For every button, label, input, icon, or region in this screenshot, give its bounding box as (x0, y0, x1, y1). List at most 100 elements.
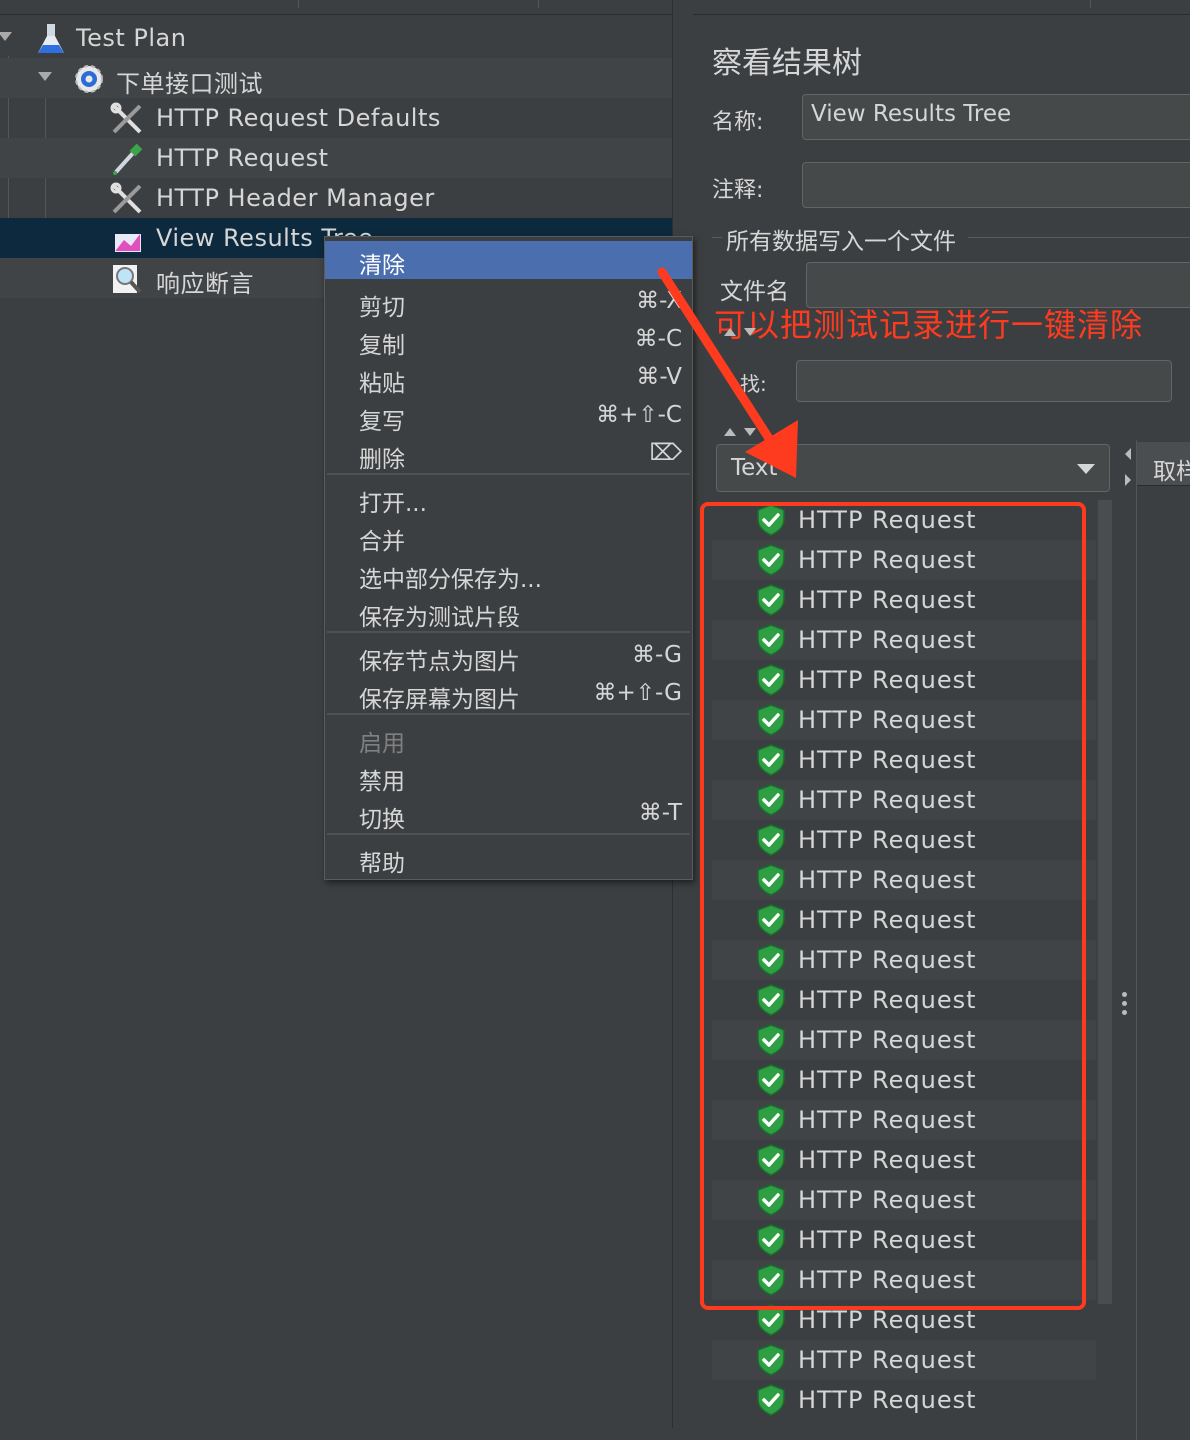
menu-item-label: 帮助 (359, 851, 405, 877)
result-item[interactable]: HTTP Request (712, 1380, 1096, 1420)
result-item[interactable]: HTTP Request (712, 780, 1096, 820)
menu-item-cut[interactable]: 剪切 ⌘-X (325, 283, 692, 321)
renderer-select[interactable]: Text (716, 444, 1110, 492)
graph-listener-icon (115, 234, 141, 252)
result-item-label: HTTP Request (798, 506, 977, 534)
tree-node-http-request[interactable]: HTTP Request (0, 138, 672, 178)
menu-item-save-as-test-fragment[interactable]: 保存为测试片段 (325, 593, 692, 631)
result-item[interactable]: HTTP Request (712, 820, 1096, 860)
menu-item-label: 复制 (359, 333, 405, 359)
result-item[interactable]: HTTP Request (712, 540, 1096, 580)
menu-item-help[interactable]: 帮助 (325, 839, 692, 877)
green-shield-check-icon (757, 1344, 785, 1376)
menu-item-open[interactable]: 打开... (325, 479, 692, 517)
green-shield-check-icon (757, 744, 785, 776)
result-item[interactable]: HTTP Request (712, 740, 1096, 780)
menu-item-paste[interactable]: 粘贴 ⌘-V (325, 359, 692, 397)
menu-item-shortcut: ⌘-V (636, 364, 682, 390)
menu-item-shortcut: ⌘-C (634, 326, 682, 352)
menu-item-shortcut: ⌘-T (638, 800, 682, 826)
menu-item-save-screen-as-image[interactable]: 保存屏幕为图片 ⌘+⇧-G (325, 675, 692, 713)
thread-group-gear-icon (75, 65, 103, 93)
result-item[interactable]: HTTP Request (712, 700, 1096, 740)
menu-item-label: 选中部分保存为... (359, 567, 542, 593)
green-shield-check-icon (757, 1264, 785, 1296)
expand-arrow-icon[interactable] (38, 72, 52, 81)
menu-item-duplicate[interactable]: 复写 ⌘+⇧-C (325, 397, 692, 435)
green-shield-check-icon (757, 1144, 785, 1176)
tree-node-label: HTTP Header Manager (156, 184, 435, 212)
menu-item-label: 切换 (359, 807, 405, 833)
drag-handle-icon[interactable] (1122, 992, 1128, 1019)
result-item-label: HTTP Request (798, 826, 977, 854)
collapse-arrows-icon[interactable] (722, 424, 762, 438)
menu-item-shortcut: ⌘-G (632, 642, 682, 668)
tab-sampler-result[interactable]: 取样器结果 (1137, 442, 1190, 486)
comment-field[interactable] (802, 162, 1190, 208)
result-item-label: HTTP Request (798, 706, 977, 734)
tree-node-label: HTTP Request (156, 144, 329, 172)
result-item-label: HTTP Request (798, 866, 977, 894)
renderer-select-value: Text (731, 455, 778, 481)
green-shield-check-icon (757, 824, 785, 856)
result-item[interactable]: HTTP Request (712, 1260, 1096, 1300)
expand-arrow-icon[interactable] (0, 32, 12, 41)
name-field[interactable]: View Results Tree (802, 94, 1190, 140)
result-item[interactable]: HTTP Request (712, 660, 1096, 700)
menu-item-save-node-as-image[interactable]: 保存节点为图片 ⌘-G (325, 637, 692, 675)
result-item[interactable]: HTTP Request (712, 980, 1096, 1020)
green-shield-check-icon (757, 864, 785, 896)
result-item-label: HTTP Request (798, 1186, 977, 1214)
green-shield-check-icon (757, 1304, 785, 1336)
result-item-label: HTTP Request (798, 1266, 977, 1294)
result-item-label: HTTP Request (798, 546, 977, 574)
context-menu: 清除剪切 ⌘-X 复制 ⌘-C 粘贴 ⌘-V 复写 ⌘+⇧-C 删除 ⌦ 打开... 合并选中部分保存… (324, 236, 693, 880)
split-arrows-icon[interactable] (1120, 440, 1136, 500)
green-shield-check-icon (757, 504, 785, 536)
file-group-label: 所有数据写入一个文件 (726, 229, 956, 255)
menu-item-disable[interactable]: 禁用 (325, 757, 692, 795)
green-shield-check-icon (757, 984, 785, 1016)
menu-item-shortcut: ⌘-X (636, 288, 682, 314)
wrench-screwdriver-icon (110, 102, 142, 134)
result-item[interactable]: HTTP Request (712, 860, 1096, 900)
green-shield-check-icon (757, 1184, 785, 1216)
result-item[interactable]: HTTP Request (712, 1020, 1096, 1060)
tree-node-http-header-manager[interactable]: HTTP Header Manager (0, 178, 672, 218)
result-item[interactable]: HTTP Request (712, 580, 1096, 620)
menu-item-toggle[interactable]: 切换 ⌘-T (325, 795, 692, 833)
tree-node-thread-group[interactable]: 下单接口测试 (0, 58, 672, 98)
result-item[interactable]: HTTP Request (712, 1340, 1096, 1380)
collapse-arrows-icon[interactable] (722, 324, 762, 338)
tree-node-http-request-defaults[interactable]: HTTP Request Defaults (0, 98, 672, 138)
result-item[interactable]: HTTP Request (712, 940, 1096, 980)
tree-node-label: HTTP Request Defaults (156, 104, 441, 132)
tree-node-test-plan[interactable]: Test Plan (0, 18, 672, 58)
result-item[interactable]: HTTP Request (712, 1140, 1096, 1180)
menu-item-delete[interactable]: 删除 ⌦ (325, 435, 692, 473)
results-list[interactable]: HTTP Request HTTP Request HTTP Request HTTP… (712, 500, 1096, 1430)
result-item[interactable]: HTTP Request (712, 1180, 1096, 1220)
menu-item-save-selection-as[interactable]: 选中部分保存为... (325, 555, 692, 593)
menu-item-enable: 启用 (325, 719, 692, 757)
result-item[interactable]: HTTP Request (712, 620, 1096, 660)
group-border (968, 237, 1190, 238)
result-item[interactable]: HTTP Request (712, 900, 1096, 940)
toolbar-separator (538, 0, 539, 8)
name-label: 名称: (712, 110, 764, 135)
result-item[interactable]: HTTP Request (712, 500, 1096, 540)
menu-item-copy[interactable]: 复制 ⌘-C (325, 321, 692, 359)
result-item-label: HTTP Request (798, 986, 977, 1014)
split-pane-controls[interactable] (1120, 440, 1136, 1440)
menu-item-clear[interactable]: 清除 (325, 241, 692, 279)
menu-item-shortcut: ⌦ (649, 440, 682, 466)
menu-item-label: 粘贴 (359, 371, 405, 397)
result-item[interactable]: HTTP Request (712, 1060, 1096, 1100)
result-item[interactable]: HTTP Request (712, 1100, 1096, 1140)
search-field[interactable] (796, 360, 1172, 402)
green-shield-check-icon (757, 944, 785, 976)
result-item[interactable]: HTTP Request (712, 1220, 1096, 1260)
menu-item-merge[interactable]: 合并 (325, 517, 692, 555)
result-item[interactable]: HTTP Request (712, 1300, 1096, 1340)
results-scrollbar[interactable] (1098, 500, 1112, 1304)
